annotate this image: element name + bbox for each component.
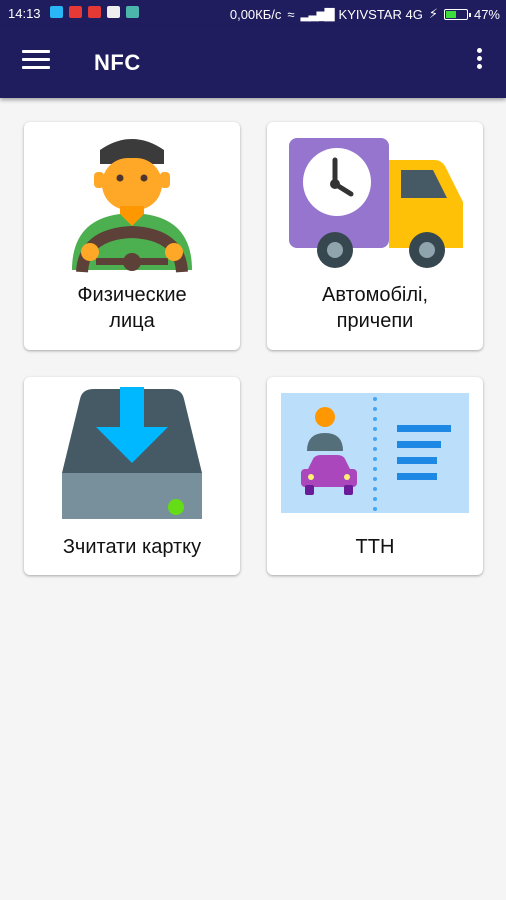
vpn-shield-icon bbox=[50, 6, 63, 18]
bolt-app-icon bbox=[88, 6, 101, 18]
wifi-icon: ≈ bbox=[287, 6, 295, 22]
app-title: NFC bbox=[94, 50, 141, 75]
delivery-truck-icon bbox=[289, 138, 463, 268]
card-vehicles[interactable]: Автомобілі, причепи bbox=[267, 122, 483, 350]
battery-icon bbox=[443, 8, 471, 20]
app-bar: NFC bbox=[0, 26, 506, 98]
card-label: Автомобілі, причепи bbox=[321, 284, 429, 332]
download-drive-icon bbox=[62, 387, 202, 519]
card-physical-persons[interactable]: Физические лица bbox=[24, 122, 240, 350]
mail-icon bbox=[69, 6, 82, 18]
driver-icon bbox=[72, 139, 192, 273]
waybill-document-icon bbox=[281, 393, 469, 513]
status-right: 0,00КБ/с ≈ ▂▃▅▇ KYIVSTAR 4G ⚡ 47% bbox=[230, 6, 500, 22]
charging-icon: ⚡ bbox=[428, 6, 438, 21]
network-speed: 0,00КБ/с bbox=[229, 6, 282, 22]
card-label: Зчитати картку bbox=[62, 536, 202, 558]
message-icon bbox=[107, 6, 120, 18]
card-label: Физические лица bbox=[77, 284, 187, 332]
status-bar: 14:13 0,00КБ/с ≈ ▂▃▅▇ KYIVSTAR 4G ⚡ 47% bbox=[0, 0, 506, 26]
notification-icons bbox=[50, 6, 139, 18]
card-read-card[interactable]: Зчитати картку bbox=[24, 377, 240, 575]
card-label: ТТН bbox=[355, 536, 395, 558]
hamburger-menu-icon[interactable] bbox=[22, 50, 50, 72]
signal-icon: ▂▃▅▇ bbox=[300, 6, 335, 21]
card-waybill[interactable]: ТТН bbox=[267, 377, 483, 575]
app-notification-icon bbox=[126, 6, 139, 18]
carrier-name: KYIVSTAR 4G bbox=[338, 6, 423, 22]
more-vert-icon[interactable] bbox=[472, 48, 486, 76]
battery-percent: 47% bbox=[473, 6, 500, 22]
status-time: 14:13 bbox=[8, 6, 41, 21]
